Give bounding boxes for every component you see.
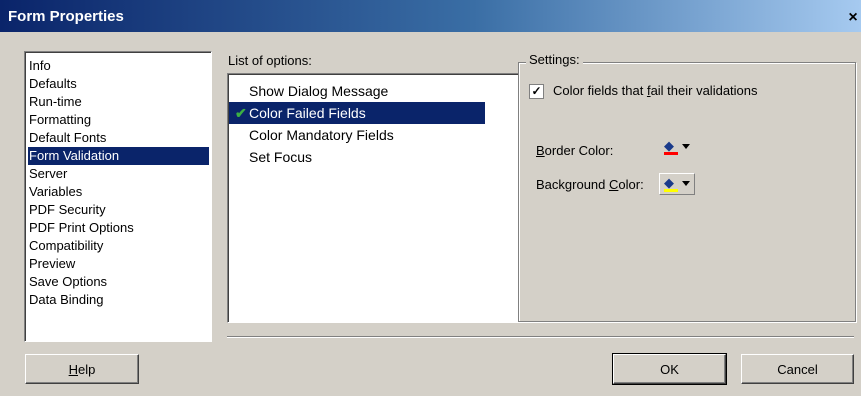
settings-group-title: Settings: <box>526 52 583 67</box>
options-label: List of options: <box>228 53 312 68</box>
separator <box>227 336 854 338</box>
paint-bucket-icon: ◆ <box>664 138 674 153</box>
option-item-set-focus[interactable]: Set Focus <box>229 146 485 168</box>
category-item-formatting[interactable]: Formatting <box>28 111 209 129</box>
option-item-show-dialog-message[interactable]: Show Dialog Message <box>229 80 485 102</box>
color-failed-fields-checkbox-label[interactable]: Color fields that fail their validations <box>553 83 758 98</box>
cancel-button[interactable]: Cancel <box>741 354 854 384</box>
option-label: Show Dialog Message <box>249 83 389 99</box>
option-label: Color Mandatory Fields <box>249 127 394 143</box>
dropdown-arrow-icon <box>682 144 690 149</box>
category-list[interactable]: Info Defaults Run-time Formatting Defaul… <box>24 51 212 342</box>
category-item-defaults[interactable]: Defaults <box>28 75 209 93</box>
border-color-swatch <box>664 152 678 155</box>
option-item-color-failed-fields[interactable]: ✔ Color Failed Fields <box>229 102 485 124</box>
category-item-save-options[interactable]: Save Options <box>28 273 209 291</box>
background-color-picker[interactable]: ◆ <box>659 173 695 195</box>
category-item-preview[interactable]: Preview <box>28 255 209 273</box>
category-item-compatibility[interactable]: Compatibility <box>28 237 209 255</box>
option-item-color-mandatory-fields[interactable]: Color Mandatory Fields <box>229 124 485 146</box>
option-label: Color Failed Fields <box>249 105 366 121</box>
category-item-pdf-security[interactable]: PDF Security <box>28 201 209 219</box>
window-title: Form Properties <box>8 8 124 25</box>
category-item-info[interactable]: Info <box>28 57 209 75</box>
category-item-server[interactable]: Server <box>28 165 209 183</box>
help-button[interactable]: Help <box>25 354 139 384</box>
paint-bucket-icon: ◆ <box>664 175 674 190</box>
category-item-form-validation[interactable]: Form Validation <box>28 147 209 165</box>
option-label: Set Focus <box>249 149 313 165</box>
color-failed-fields-checkbox[interactable]: ✓ <box>529 84 544 99</box>
dropdown-arrow-icon <box>682 181 690 186</box>
background-color-swatch <box>664 189 678 192</box>
background-color-label: Background Color: <box>536 177 644 192</box>
category-item-pdf-print-options[interactable]: PDF Print Options <box>28 219 209 237</box>
options-list[interactable]: Show Dialog Message ✔ Color Failed Field… <box>227 73 520 323</box>
category-item-run-time[interactable]: Run-time <box>28 93 209 111</box>
ok-button[interactable]: OK <box>612 353 727 385</box>
category-item-variables[interactable]: Variables <box>28 183 209 201</box>
close-icon[interactable]: × <box>845 10 861 26</box>
checkmark-icon: ✔ <box>235 105 247 121</box>
category-item-data-binding[interactable]: Data Binding <box>28 291 209 309</box>
category-item-default-fonts[interactable]: Default Fonts <box>28 129 209 147</box>
border-color-picker[interactable]: ◆ <box>660 137 694 157</box>
title-bar: Form Properties × <box>0 0 861 32</box>
border-color-label: Border Color: <box>536 143 614 158</box>
